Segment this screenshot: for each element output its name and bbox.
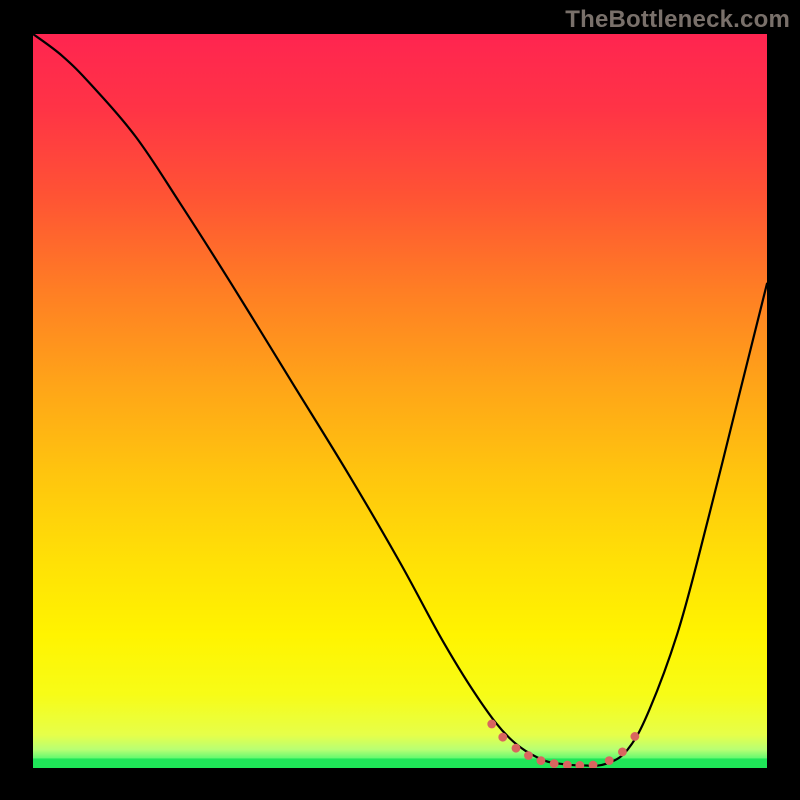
green-floor-band — [33, 758, 767, 768]
highlight-dot — [605, 756, 614, 765]
highlight-dot — [512, 744, 521, 753]
highlight-dot — [550, 759, 559, 768]
highlight-dot — [487, 720, 496, 729]
gradient-background — [33, 34, 767, 768]
highlight-dot — [537, 756, 546, 765]
highlight-dot — [618, 747, 627, 756]
bottleneck-chart — [33, 34, 767, 768]
highlight-dot — [498, 733, 507, 742]
attribution-text: TheBottleneck.com — [565, 6, 790, 34]
highlight-dot — [524, 751, 533, 760]
highlight-dot — [630, 732, 639, 741]
